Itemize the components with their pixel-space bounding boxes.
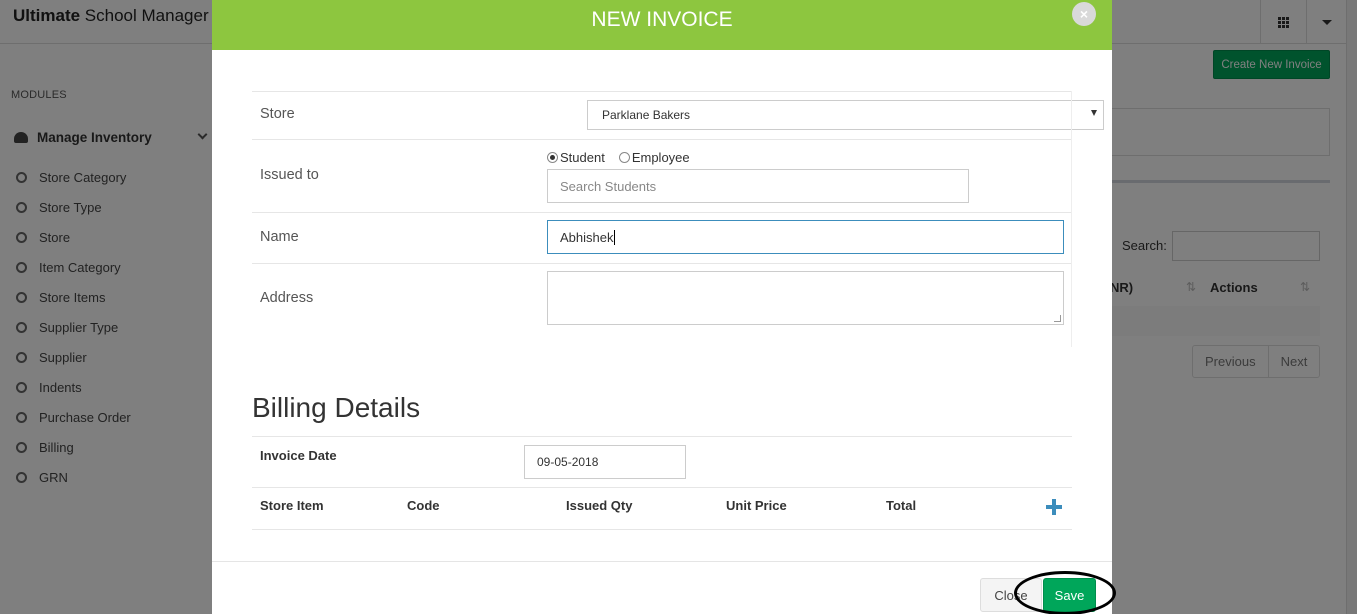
billing-details-heading: Billing Details: [252, 392, 421, 423]
modal-header: NEW INVOICE ×: [212, 0, 1112, 50]
store-selected-value: Parklane Bakers: [602, 108, 691, 122]
search-students-input[interactable]: Search Students: [547, 169, 969, 203]
name-input-value: Abhishek: [560, 229, 614, 245]
annotation-ellipse: [1014, 571, 1116, 614]
store-label: Store: [260, 106, 295, 122]
store-row: Store Parklane Bakers: [252, 91, 1104, 139]
invoice-date-input[interactable]: 09-05-2018: [524, 445, 686, 479]
invoice-date-value: 09-05-2018: [537, 455, 599, 469]
invoice-date-label: Invoice Date: [260, 448, 337, 463]
student-radio-label[interactable]: Student: [560, 150, 605, 165]
address-label: Address: [260, 290, 314, 306]
col-issued-qty: Issued Qty: [566, 498, 633, 513]
items-table-header: [252, 487, 1072, 530]
text-cursor: [614, 229, 616, 245]
col-code: Code: [407, 498, 440, 513]
resize-handle-icon[interactable]: [1054, 315, 1061, 322]
dropdown-arrow-icon: [1091, 110, 1097, 116]
store-select[interactable]: Parklane Bakers: [587, 100, 1104, 130]
modal-title: NEW INVOICE: [591, 8, 733, 31]
address-textarea[interactable]: [547, 271, 1064, 325]
employee-radio-label[interactable]: Employee: [632, 150, 690, 165]
employee-radio[interactable]: [618, 152, 630, 163]
form-divider: [1071, 91, 1072, 347]
col-total: Total: [886, 498, 917, 513]
search-students-placeholder: Search Students: [560, 178, 657, 194]
close-icon[interactable]: ×: [1072, 2, 1096, 26]
modal-footer-divider: [212, 561, 1112, 562]
student-radio[interactable]: [547, 152, 558, 163]
new-invoice-modal: NEW INVOICE × Store Parklane Bakers Issu…: [212, 0, 1112, 614]
issued-to-radio-group: Student Employee: [547, 150, 690, 165]
col-unit-price: Unit Price: [726, 498, 787, 513]
col-store-item: Store Item: [260, 498, 324, 513]
name-label: Name: [260, 229, 299, 245]
name-input[interactable]: Abhishek: [547, 220, 1064, 254]
issued-to-label: Issued to: [260, 167, 319, 183]
plus-icon[interactable]: [1044, 497, 1064, 517]
